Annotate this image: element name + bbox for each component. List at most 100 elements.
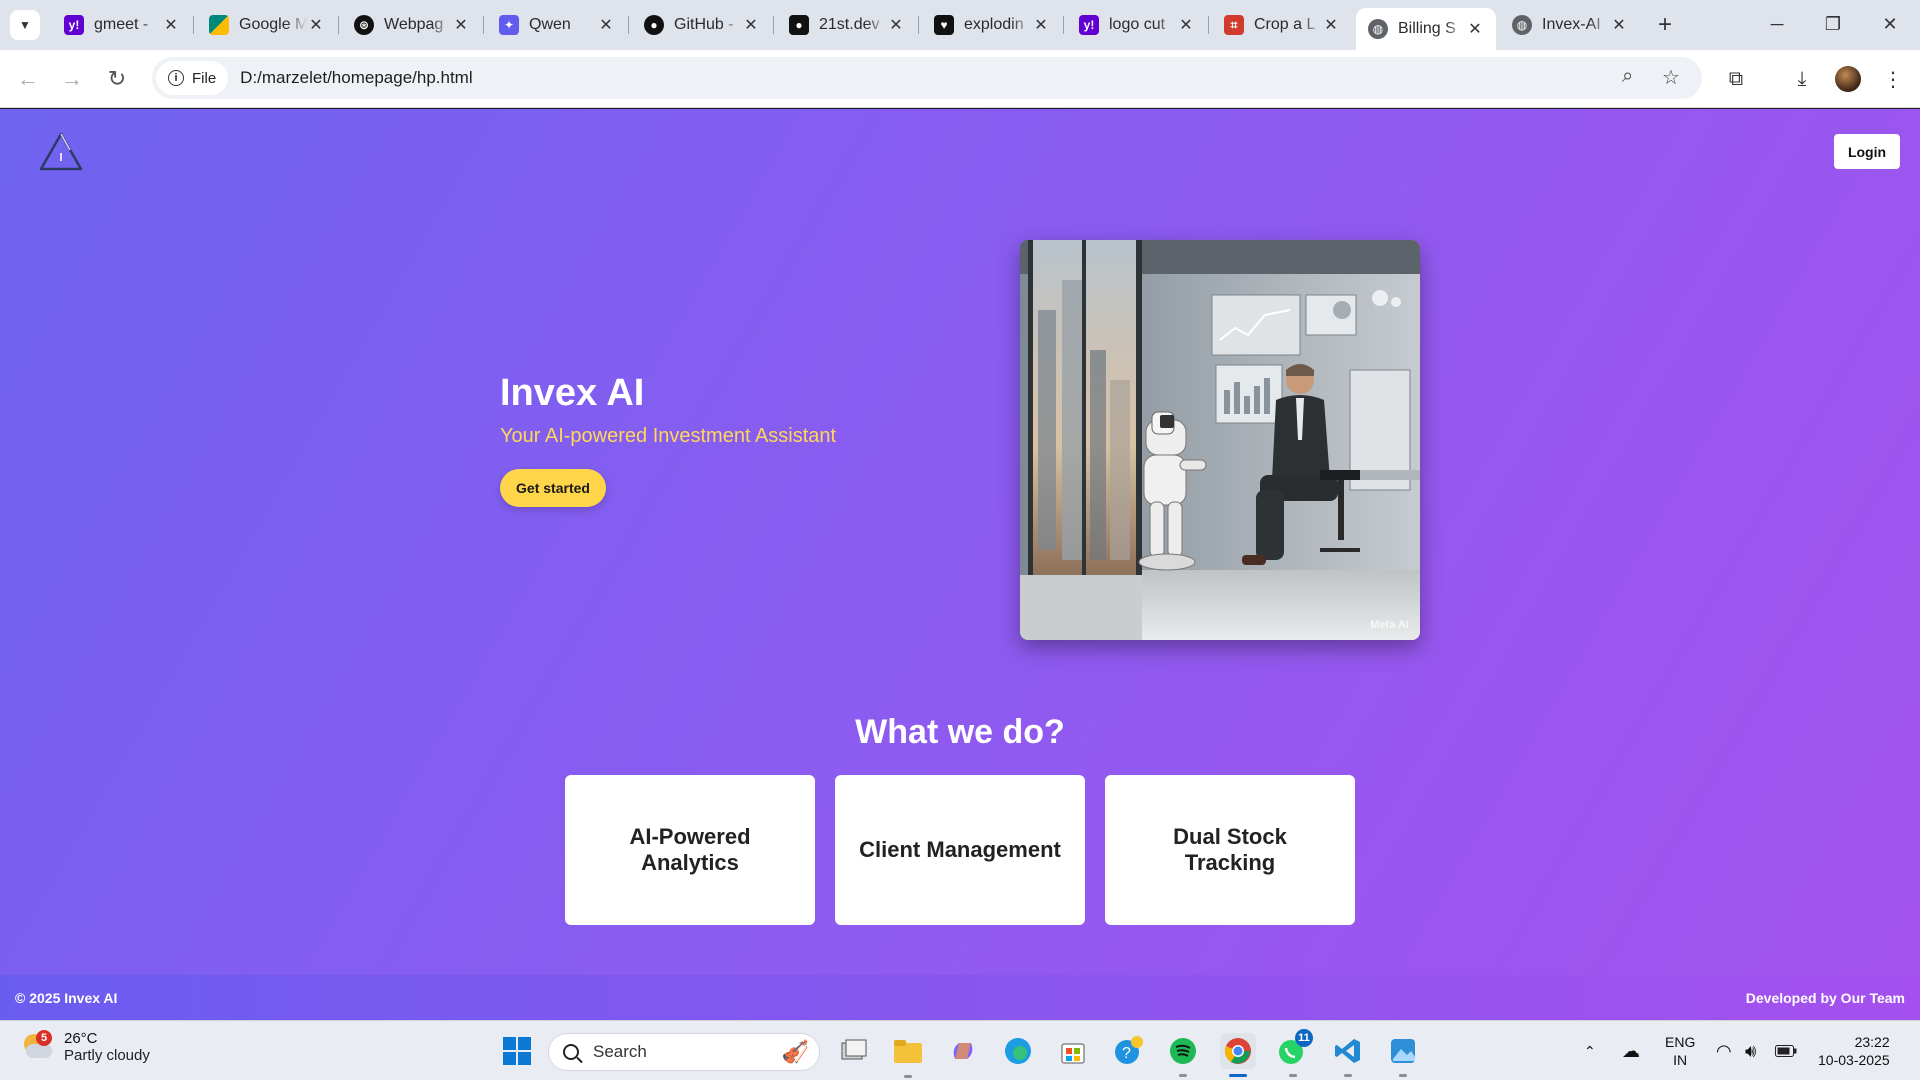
- robot-investor-illustration: [1020, 240, 1420, 640]
- browser-tab-active[interactable]: ◍ Billing S ✕: [1356, 8, 1496, 50]
- wifi-icon[interactable]: ◠: [1716, 1021, 1732, 1080]
- whatsapp-icon[interactable]: 11: [1275, 1029, 1313, 1069]
- yahoo-icon: y!: [1079, 15, 1099, 35]
- close-tab-icon[interactable]: ✕: [307, 15, 325, 35]
- help-icon[interactable]: ?: [1110, 1033, 1146, 1069]
- menu-kebab-icon[interactable]: ⋮: [1877, 63, 1909, 95]
- search-highlight-icon: 🎻: [781, 1039, 809, 1064]
- hero-title: Invex AI: [500, 372, 645, 414]
- profile-avatar[interactable]: [1835, 66, 1861, 92]
- edge-browser-icon[interactable]: [1000, 1033, 1036, 1069]
- globe-icon: ◍: [1512, 15, 1532, 35]
- close-tab-icon[interactable]: ✕: [887, 15, 905, 35]
- close-tab-icon[interactable]: ✕: [1177, 15, 1195, 35]
- windows-taskbar: 5 26°C Partly cloudy Search 🎻 ? 11 ⌃ ☁ E…: [0, 1020, 1920, 1080]
- browser-tab[interactable]: ● 21st.dev ✕: [777, 8, 917, 42]
- login-button[interactable]: Login: [1834, 134, 1900, 169]
- tab-search-button[interactable]: ▼: [10, 10, 40, 40]
- file-explorer-icon[interactable]: [890, 1033, 926, 1069]
- url-text[interactable]: D:/marzelet/homepage/hp.html: [240, 68, 472, 88]
- hero-subtitle: Your AI-powered Investment Assistant: [500, 425, 837, 447]
- weather-temperature: 26°C: [64, 1030, 98, 1047]
- taskbar-search[interactable]: Search 🎻: [548, 1033, 820, 1071]
- extensions-icon[interactable]: ⧉: [1720, 63, 1752, 95]
- page-footer: © 2025 Invex AI Developed by Our Team: [0, 975, 1920, 1020]
- heart-icon: ♥: [934, 15, 954, 35]
- task-view-icon[interactable]: [836, 1033, 872, 1069]
- start-button[interactable]: [499, 1033, 535, 1069]
- whatsapp-badge: 11: [1295, 1029, 1313, 1047]
- close-tab-icon[interactable]: ✕: [162, 15, 180, 35]
- reload-icon: ↻: [107, 66, 127, 91]
- qwen-icon: ✦: [499, 15, 519, 35]
- onedrive-offline-icon[interactable]: ☁: [1622, 1021, 1640, 1080]
- weather-condition: Partly cloudy: [64, 1047, 150, 1064]
- back-button[interactable]: ←: [12, 63, 44, 95]
- close-tab-icon[interactable]: ✕: [742, 15, 760, 35]
- feature-card: Dual Stock Tracking: [1105, 775, 1355, 925]
- language-indicator[interactable]: ENG IN: [1665, 1021, 1695, 1080]
- close-tab-icon[interactable]: ✕: [597, 15, 615, 35]
- image-watermark: Meta AI: [1370, 619, 1409, 631]
- svg-text:?: ?: [1122, 1045, 1131, 1062]
- chrome-icon[interactable]: [1220, 1033, 1256, 1069]
- section-title: What we do?: [855, 713, 1065, 751]
- hero-image: Meta AI: [1020, 240, 1420, 640]
- vscode-icon[interactable]: [1330, 1033, 1366, 1069]
- browser-tab[interactable]: ◍ Invex-AI ✕: [1500, 8, 1640, 42]
- microsoft-store-icon[interactable]: [1055, 1033, 1091, 1069]
- browser-tab[interactable]: Google M ✕: [197, 8, 337, 42]
- google-meet-icon: [209, 15, 229, 35]
- battery-icon[interactable]: [1775, 1021, 1797, 1080]
- globe-icon: ◍: [1368, 19, 1388, 39]
- crop-icon: ⌗: [1224, 15, 1244, 35]
- weather-widget[interactable]: 5 26°C Partly cloudy: [20, 1030, 150, 1064]
- clock[interactable]: 23:22 10-03-2025: [1818, 1021, 1890, 1080]
- browser-tab[interactable]: y! logo cut ✕: [1067, 8, 1207, 42]
- github-icon: ●: [644, 15, 664, 35]
- minimize-button[interactable]: ─: [1757, 8, 1797, 40]
- arrow-right-icon: →: [61, 66, 83, 91]
- invex-logo-icon[interactable]: [38, 131, 84, 173]
- feature-card: AI-Powered Analytics: [565, 775, 815, 925]
- plus-icon: +: [1657, 11, 1672, 38]
- browser-tab[interactable]: ● GitHub - ✕: [632, 8, 772, 42]
- close-tab-icon[interactable]: ✕: [1466, 19, 1484, 39]
- footer-copyright: © 2025 Invex AI: [15, 989, 118, 1006]
- photos-icon[interactable]: [1385, 1033, 1421, 1069]
- browser-tab[interactable]: ⊛ Webpag ✕: [342, 8, 482, 42]
- close-tab-icon[interactable]: ✕: [1610, 15, 1628, 35]
- close-tab-icon[interactable]: ✕: [1032, 15, 1050, 35]
- address-bar[interactable]: i File D:/marzelet/homepage/hp.html ⌕ ☆: [152, 57, 1702, 99]
- feature-card: Client Management: [835, 775, 1085, 925]
- 21st-icon: ●: [789, 15, 809, 35]
- browser-toolbar: ← → ↻ i File D:/marzelet/homepage/hp.htm…: [0, 50, 1920, 108]
- partly-cloudy-icon: 5: [20, 1030, 54, 1062]
- reload-button[interactable]: ↻: [101, 63, 133, 95]
- site-info-chip[interactable]: i File: [156, 61, 229, 95]
- windows-logo-icon: [503, 1037, 531, 1065]
- close-tab-icon[interactable]: ✕: [1322, 15, 1340, 35]
- browser-tab-bar: ▼ y! gmeet - ✕ Google M ✕ ⊛ Webpag ✕ ✦ Q…: [0, 0, 1920, 50]
- footer-credit: Developed by Our Team: [1745, 989, 1905, 1006]
- browser-tab[interactable]: y! gmeet - ✕: [52, 8, 192, 42]
- search-icon: [563, 1044, 579, 1060]
- spotify-icon[interactable]: [1165, 1033, 1201, 1069]
- forward-button[interactable]: →: [56, 63, 88, 95]
- browser-tab[interactable]: ⌗ Crop a L ✕: [1212, 8, 1352, 42]
- browser-tab[interactable]: ♥ explodin ✕: [922, 8, 1062, 42]
- show-hidden-icons[interactable]: ⌃: [1584, 1021, 1596, 1080]
- get-started-button[interactable]: Get started: [500, 469, 606, 507]
- browser-tab[interactable]: ✦ Qwen ✕: [487, 8, 627, 42]
- close-tab-icon[interactable]: ✕: [452, 15, 470, 35]
- copilot-icon[interactable]: [945, 1033, 981, 1069]
- download-icon[interactable]: ⤓: [1786, 63, 1818, 95]
- chevron-down-icon: ▼: [19, 18, 31, 32]
- bookmark-star-icon[interactable]: ☆: [1662, 65, 1680, 90]
- yahoo-icon: y!: [64, 15, 84, 35]
- restore-button[interactable]: ❐: [1813, 8, 1853, 40]
- zoom-icon[interactable]: ⌕: [1622, 65, 1633, 88]
- close-window-button[interactable]: ✕: [1870, 8, 1910, 40]
- new-tab-button[interactable]: +: [1650, 10, 1680, 40]
- volume-icon[interactable]: 🔊︎: [1745, 1021, 1756, 1080]
